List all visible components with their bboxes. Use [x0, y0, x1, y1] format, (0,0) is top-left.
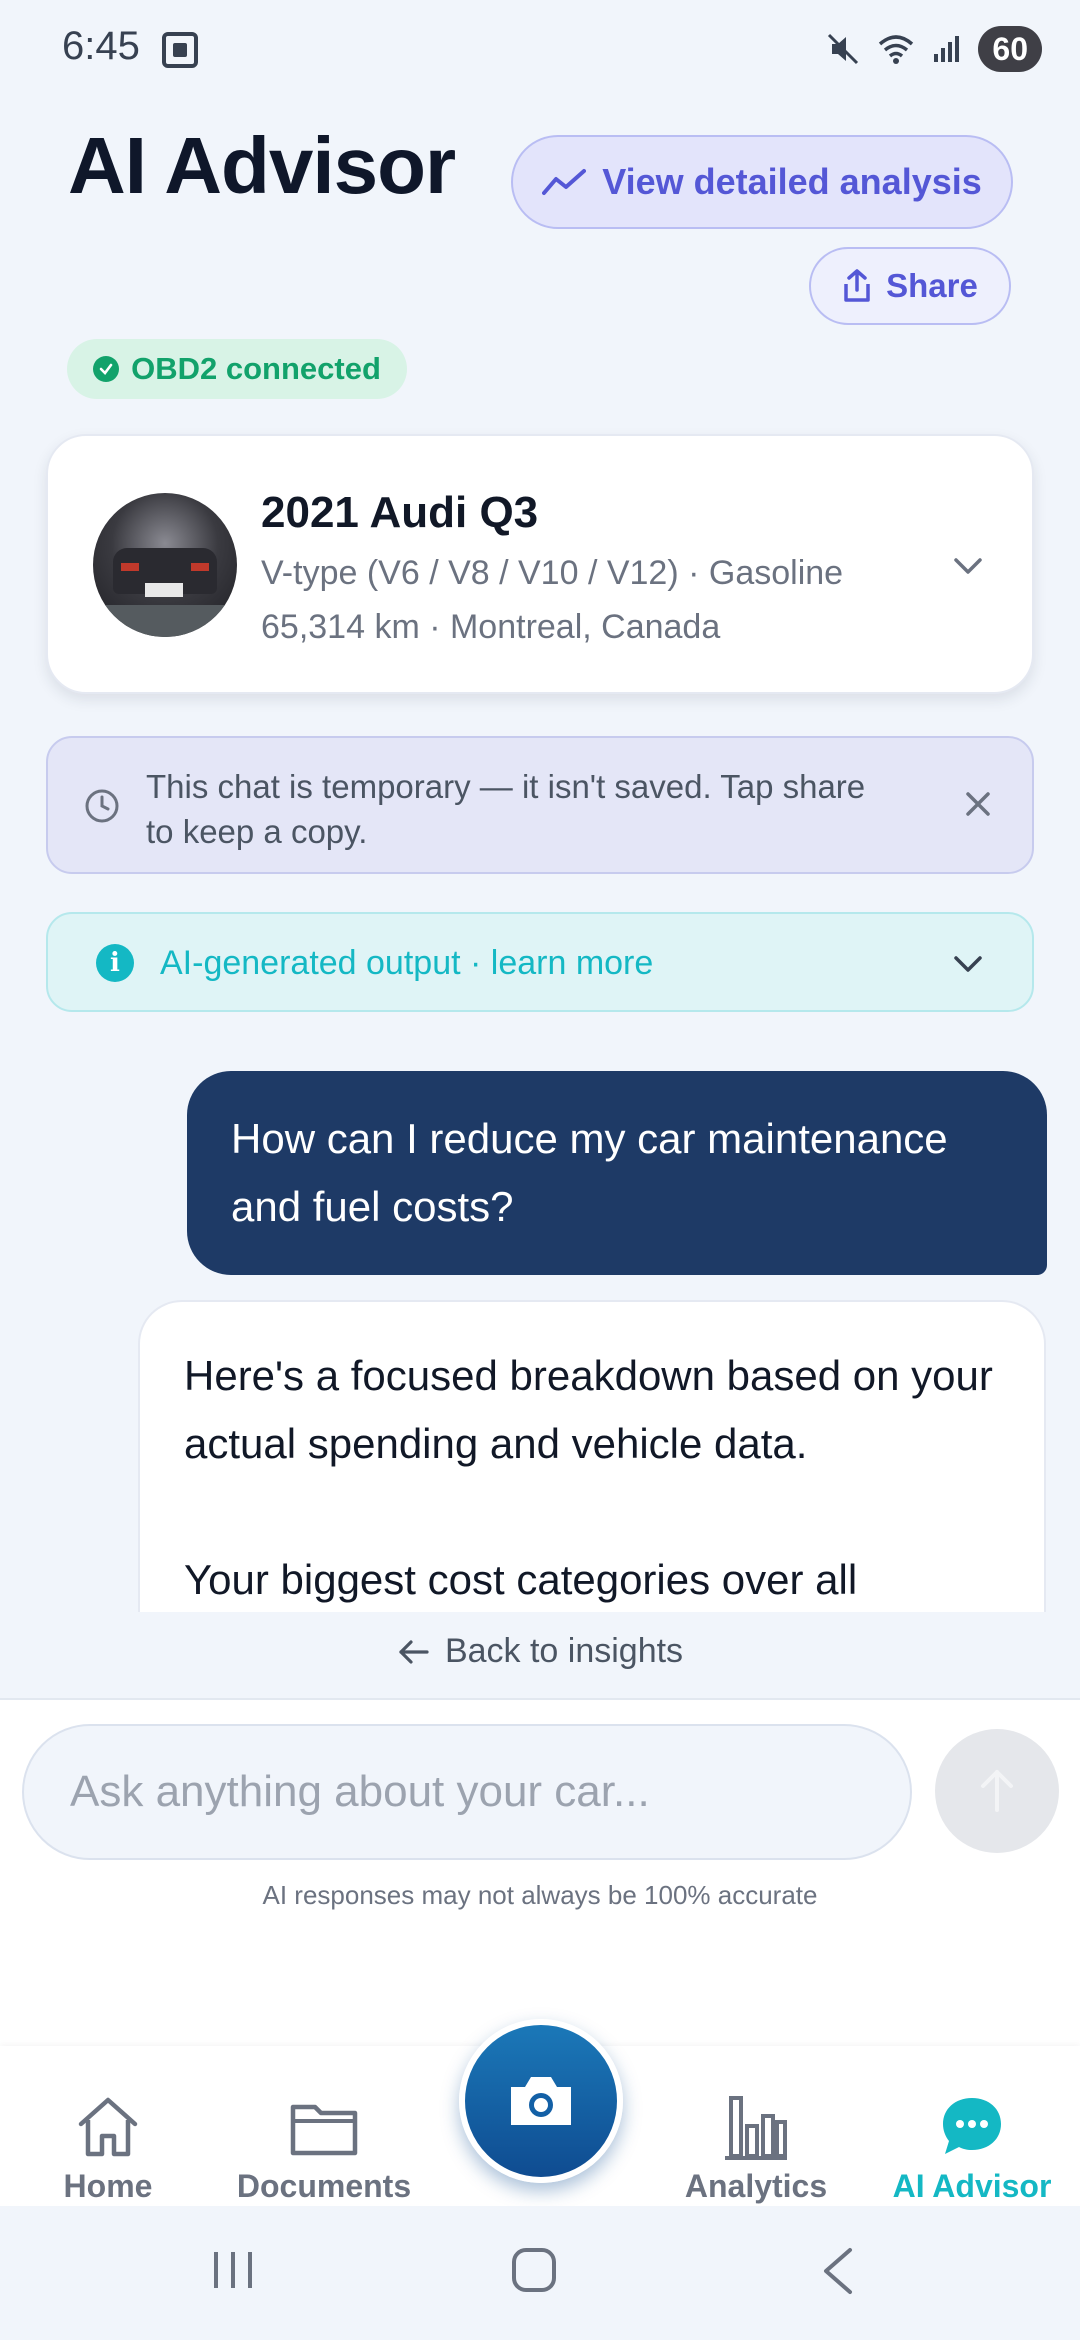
info-icon: i — [96, 944, 134, 982]
close-icon[interactable] — [960, 786, 996, 827]
vehicle-location: 65,314 km · Montreal, Canada — [261, 608, 721, 646]
bar-chart-icon — [656, 2090, 856, 2164]
home-button-icon[interactable] — [510, 2246, 558, 2294]
nav-documents[interactable]: Documents — [224, 2090, 424, 2205]
temporary-chat-text: This chat is temporary — it isn't saved.… — [146, 768, 866, 850]
send-button[interactable] — [935, 1729, 1059, 1853]
folder-icon — [224, 2090, 424, 2164]
chevron-down-icon[interactable] — [948, 546, 988, 586]
nav-analytics[interactable]: Analytics — [656, 2090, 856, 2205]
nav-ai-advisor-label: AI Advisor — [892, 2168, 1052, 2204]
check-icon — [93, 356, 120, 382]
camera-icon — [511, 2077, 571, 2125]
obd-label: OBD2 connected — [131, 351, 381, 386]
view-detailed-analysis-button[interactable]: View detailed analysis — [511, 135, 1013, 229]
chat-bubble-icon — [872, 2090, 1072, 2164]
ai-message-paragraph: Your biggest cost categories over all — [184, 1556, 858, 1603]
nav-home-label: Home — [63, 2168, 153, 2204]
arrow-left-icon — [399, 1639, 429, 1664]
back-to-insights-link[interactable]: Back to insights — [0, 1632, 1080, 1671]
status-icons: 60 — [826, 26, 1042, 72]
share-icon — [844, 269, 870, 302]
trend-icon — [542, 169, 587, 195]
recent-apps-icon[interactable] — [210, 2248, 256, 2292]
share-label: Share — [886, 267, 978, 304]
vehicle-engine: V-type (V6 / V8 / V10 / V12) · Gasoline — [261, 554, 844, 592]
ask-input[interactable] — [22, 1724, 912, 1860]
page-title: AI Advisor — [68, 121, 456, 210]
battery-indicator: 60 — [978, 26, 1042, 72]
nav-home[interactable]: Home — [8, 2090, 208, 2205]
home-icon — [8, 2090, 208, 2164]
back-icon[interactable] — [818, 2246, 858, 2296]
arrow-up-icon — [981, 1770, 1013, 1812]
nav-ai-advisor[interactable]: AI Advisor — [872, 2090, 1072, 2205]
ai-output-banner[interactable]: i AI-generated output · learn more — [46, 912, 1034, 1012]
ai-disclaimer: AI responses may not always be 100% accu… — [262, 1880, 818, 1910]
obd-status-badge: OBD2 connected — [67, 339, 407, 399]
system-navigation-bar — [0, 2206, 1080, 2340]
ai-message-paragraph: Here's a focused breakdown based on your… — [184, 1352, 993, 1467]
wifi-icon — [879, 35, 914, 64]
ai-output-label[interactable]: AI-generated output · learn more — [160, 944, 653, 983]
analysis-label: View detailed analysis — [602, 161, 982, 202]
screenshot-icon — [160, 30, 200, 70]
nav-analytics-label: Analytics — [684, 2168, 828, 2204]
clock-icon — [84, 788, 120, 829]
chevron-down-icon[interactable] — [948, 944, 988, 989]
user-message: How can I reduce my car maintenance and … — [187, 1071, 1047, 1275]
vehicle-card[interactable]: 2021 Audi Q3 V-type (V6 / V8 / V10 / V12… — [46, 434, 1034, 694]
back-link-label: Back to insights — [444, 1632, 684, 1670]
camera-button[interactable] — [459, 2019, 623, 2183]
vehicle-photo — [93, 493, 237, 637]
temporary-chat-banner: This chat is temporary — it isn't saved.… — [46, 736, 1034, 874]
share-button[interactable]: Share — [809, 247, 1011, 325]
vehicle-name: 2021 Audi Q3 — [261, 488, 539, 537]
nav-documents-label: Documents — [236, 2168, 412, 2204]
status-time: 6:45 — [62, 24, 140, 68]
signal-icon — [934, 36, 960, 62]
mute-icon — [828, 33, 859, 65]
